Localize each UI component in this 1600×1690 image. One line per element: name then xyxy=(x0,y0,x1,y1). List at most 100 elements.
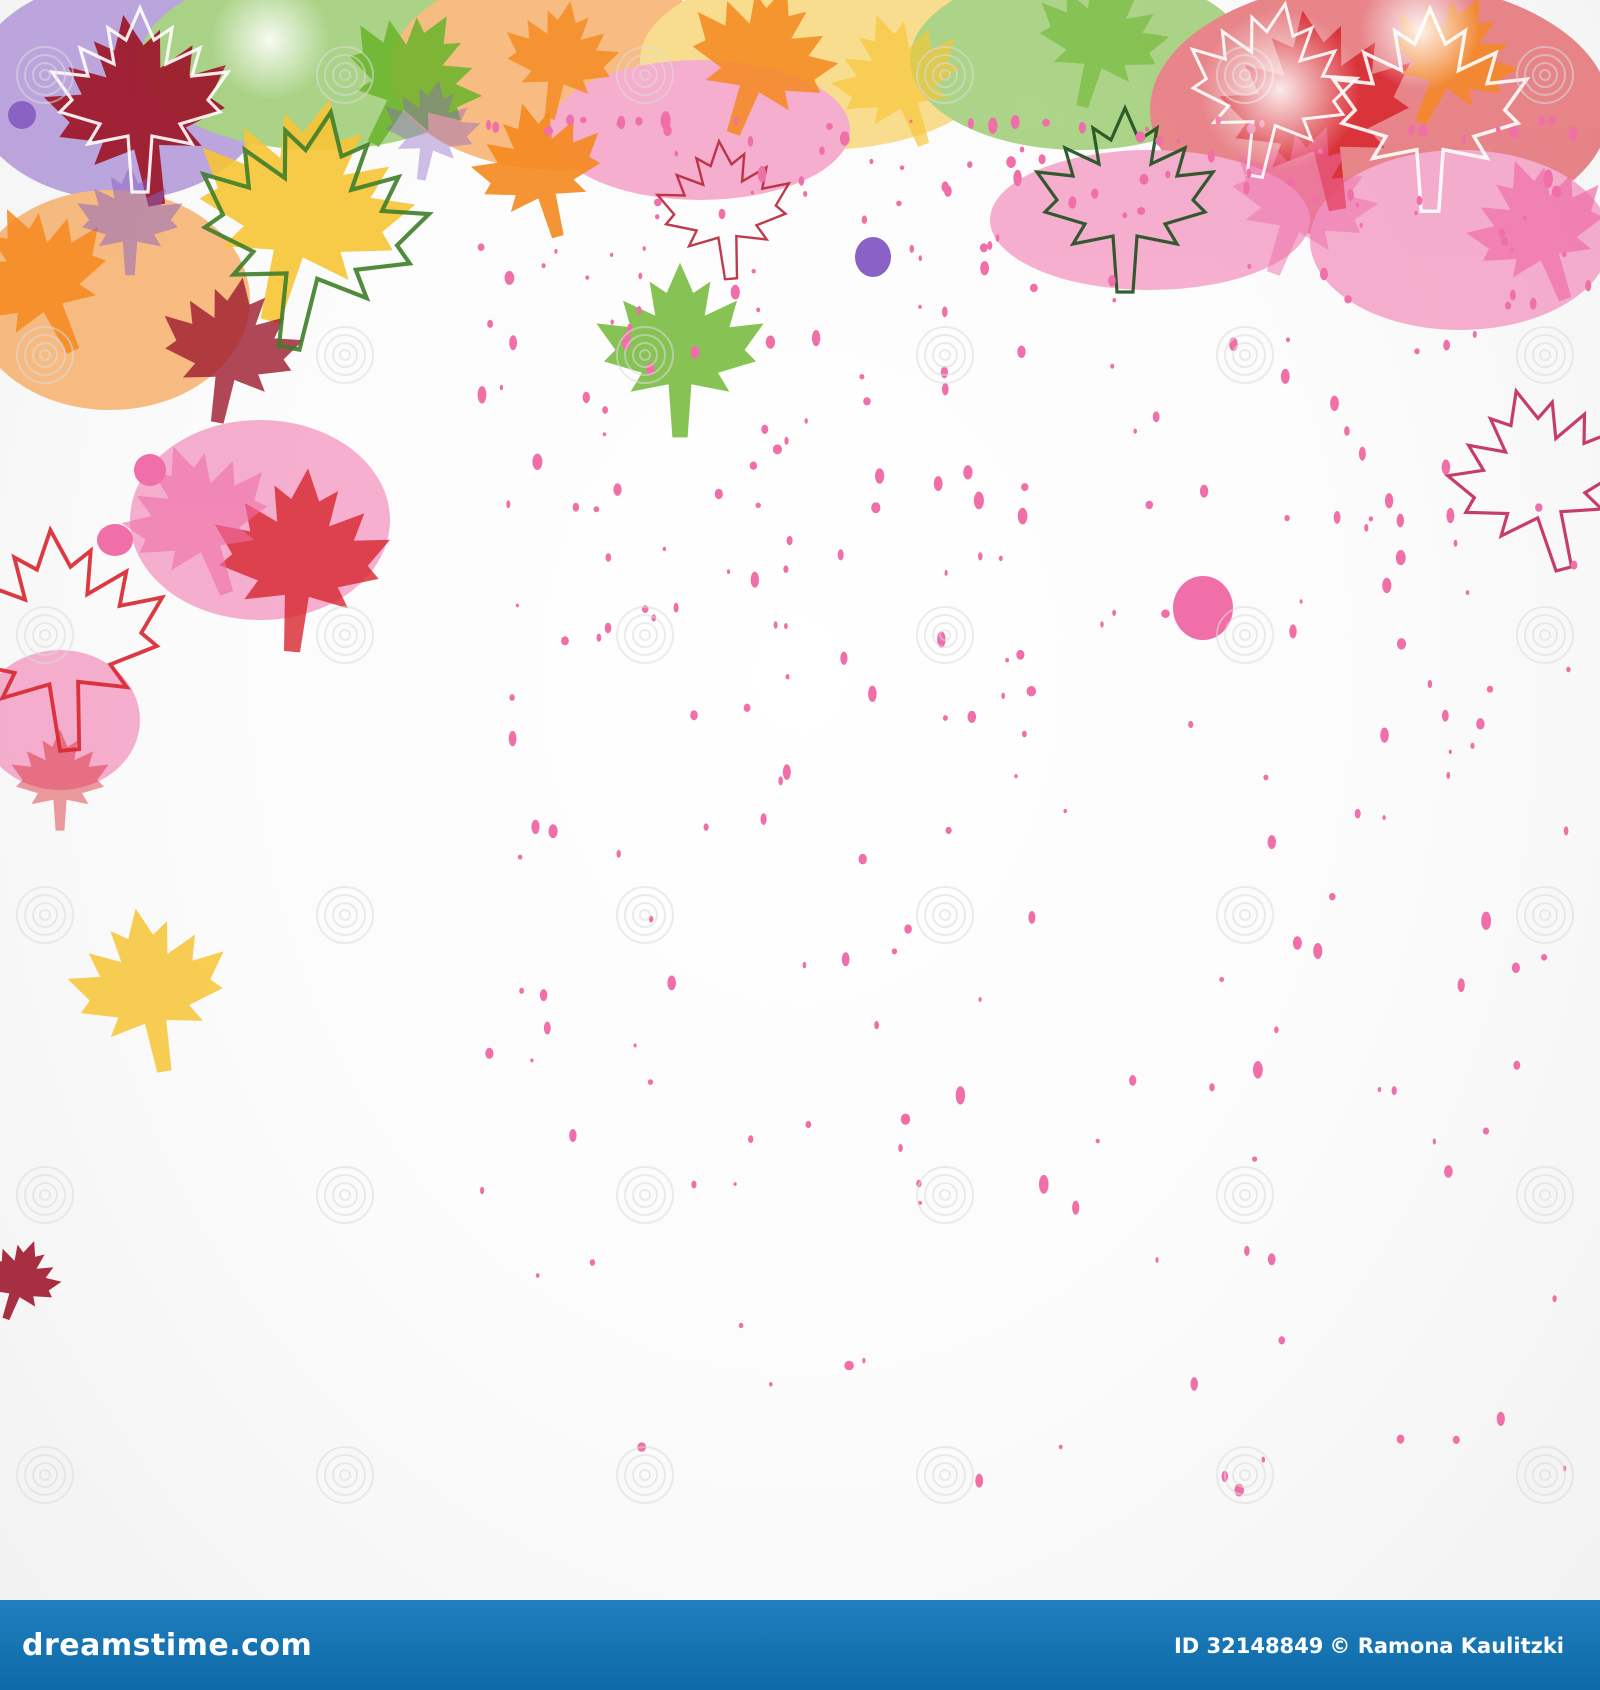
paint-speck xyxy=(1566,666,1571,673)
paint-speck xyxy=(841,952,850,967)
paint-speck xyxy=(1292,936,1302,950)
watermark-swirl xyxy=(916,886,974,944)
paint-speck xyxy=(1418,124,1428,137)
paint-speck xyxy=(1513,1060,1521,1070)
watermark-swirl xyxy=(316,886,374,944)
paint-speck xyxy=(909,119,913,124)
watermark-swirl xyxy=(916,326,974,384)
paint-speck xyxy=(1585,280,1592,292)
paint-speck xyxy=(1481,911,1491,930)
paint-speck xyxy=(1267,1253,1276,1266)
paint-speck xyxy=(1246,168,1252,179)
paint-speck xyxy=(1016,649,1025,660)
watermark-swirl xyxy=(1216,886,1274,944)
paint-speck xyxy=(1414,348,1420,355)
paint-speck xyxy=(1552,1295,1557,1303)
paint-speck xyxy=(673,602,679,613)
paint-speck xyxy=(875,468,885,484)
paint-speck xyxy=(1543,169,1553,188)
paint-speck xyxy=(802,961,807,969)
paint-speck xyxy=(1261,1456,1266,1463)
paint-speck xyxy=(896,200,902,207)
paint-speck xyxy=(610,319,614,325)
paint-speck xyxy=(941,181,949,193)
paint-speck xyxy=(1188,720,1194,729)
paint-speck xyxy=(1199,484,1209,498)
paint-speck xyxy=(1354,808,1361,819)
paint-speck xyxy=(1072,1200,1080,1215)
paint-speck xyxy=(554,248,558,254)
paint-speck xyxy=(1509,126,1520,138)
paint-speck xyxy=(613,483,622,496)
paint-speck xyxy=(485,1047,494,1059)
paint-speck xyxy=(819,146,825,155)
paint-speck xyxy=(530,1058,534,1063)
watermark-swirl xyxy=(1516,1446,1574,1504)
paint-speck xyxy=(616,850,621,858)
paint-speck xyxy=(1427,679,1433,689)
paint-speck xyxy=(1129,1075,1137,1086)
paint-speck xyxy=(517,854,523,860)
paint-speck xyxy=(858,853,867,865)
watermark-swirl xyxy=(616,1166,674,1224)
paint-speck xyxy=(1014,774,1018,779)
paint-speck xyxy=(804,418,808,424)
paint-speck xyxy=(1022,730,1027,738)
paint-speck xyxy=(589,1259,596,1266)
paint-speck xyxy=(1476,718,1485,730)
paint-speck xyxy=(1058,1444,1063,1450)
autumn-leaves-illustration xyxy=(0,0,1600,1504)
paint-speck xyxy=(978,997,982,1002)
paint-speck xyxy=(569,1129,577,1142)
paint-drop xyxy=(1173,576,1233,640)
paint-speck xyxy=(1026,686,1037,697)
paint-speck xyxy=(1299,599,1303,604)
paint-speck xyxy=(1243,181,1250,195)
paint-speck xyxy=(783,565,789,573)
paint-speck xyxy=(1263,774,1269,781)
paint-speck xyxy=(863,397,871,406)
paint-speck xyxy=(862,1357,866,1364)
paint-speck xyxy=(1095,1138,1100,1144)
paint-speck xyxy=(859,374,865,380)
paint-speck xyxy=(572,502,580,512)
paint-speck xyxy=(499,384,504,391)
paint-speck xyxy=(730,284,740,300)
watermark-swirl xyxy=(16,1446,74,1504)
paint-speck xyxy=(1100,621,1104,628)
paint-speck xyxy=(548,824,558,839)
paint-speck xyxy=(635,116,643,126)
paint-speck xyxy=(667,975,676,991)
paint-speck xyxy=(1522,215,1527,220)
paint-speck xyxy=(654,214,660,220)
paint-speck xyxy=(1377,1086,1382,1093)
paint-speck xyxy=(532,453,543,470)
paint-speck xyxy=(566,114,575,126)
paint-speck xyxy=(602,406,608,414)
paint-speck xyxy=(1021,483,1029,492)
paint-speck xyxy=(1005,658,1009,663)
paint-speck xyxy=(1219,977,1225,982)
paint-speck xyxy=(826,123,833,130)
paint-speck xyxy=(1548,117,1556,126)
watermark-swirl xyxy=(616,886,674,944)
paint-speck xyxy=(509,694,515,701)
paint-speck xyxy=(690,345,700,359)
watermark-swirl xyxy=(316,326,374,384)
brand-wordmark[interactable]: dreamstime.com xyxy=(22,1628,312,1663)
paint-speck xyxy=(998,555,1003,562)
paint-speck xyxy=(1019,146,1025,153)
image-credit: ID 32148849 © Ramona Kaulitzki xyxy=(1174,1634,1570,1658)
paint-speck xyxy=(609,252,614,257)
paint-speck xyxy=(1252,1156,1258,1162)
paint-speck xyxy=(1482,1127,1490,1135)
paint-speck xyxy=(844,1360,854,1371)
paint-speck xyxy=(1568,126,1578,140)
paint-speck xyxy=(509,335,517,351)
paint-speck xyxy=(840,651,848,665)
paint-speck xyxy=(967,161,973,169)
paint-speck xyxy=(1364,524,1369,532)
paint-drop xyxy=(134,454,166,486)
paint-speck xyxy=(1329,893,1336,901)
watermark-swirl xyxy=(916,1446,974,1504)
